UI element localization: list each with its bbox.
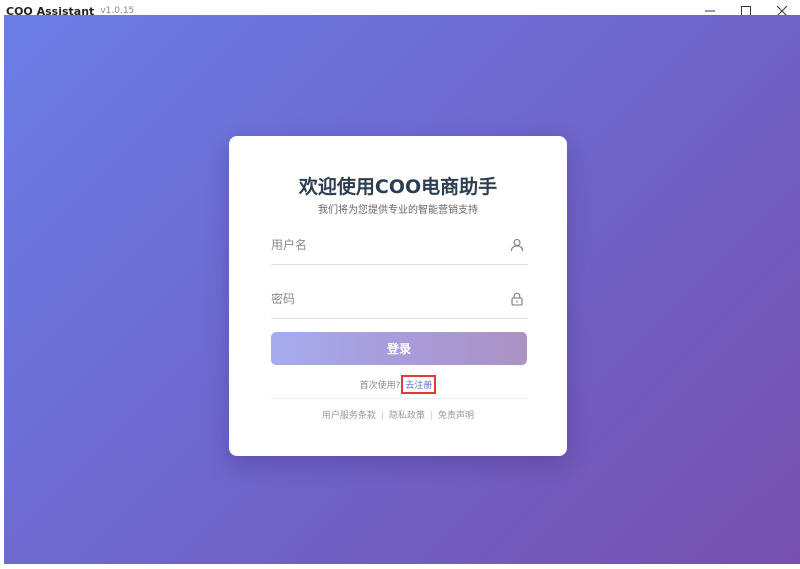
- lock-icon: [511, 292, 523, 306]
- register-prompt: 首次使用? 去注册: [229, 375, 567, 394]
- password-field: [271, 282, 528, 319]
- privacy-link[interactable]: 隐私政策: [389, 411, 425, 421]
- login-card: 欢迎使用COO电商助手 我们将为您提供专业的智能营销支持 登录 首次使用?去注册…: [229, 136, 567, 456]
- login-button[interactable]: 登录: [271, 332, 527, 365]
- window-bottom-edge: [0, 564, 800, 569]
- footer-separator: |: [380, 411, 384, 421]
- username-input[interactable]: [271, 228, 491, 262]
- disclaimer-link[interactable]: 免责声明: [438, 411, 474, 421]
- footer-links: 用户服务条款 | 隐私政策 | 免责声明: [229, 408, 567, 421]
- username-field: [271, 228, 528, 265]
- page-title: 欢迎使用COO电商助手: [298, 176, 498, 198]
- page-subtitle: 我们将为您提供专业的智能营销支持: [318, 205, 478, 216]
- password-input[interactable]: [271, 282, 491, 316]
- user-icon: [510, 238, 524, 252]
- footer-separator: |: [430, 411, 434, 421]
- register-link[interactable]: 去注册: [401, 375, 437, 394]
- footer-divider: [271, 398, 527, 399]
- terms-link[interactable]: 用户服务条款: [322, 411, 376, 421]
- first-use-text: 首次使用?: [359, 381, 401, 391]
